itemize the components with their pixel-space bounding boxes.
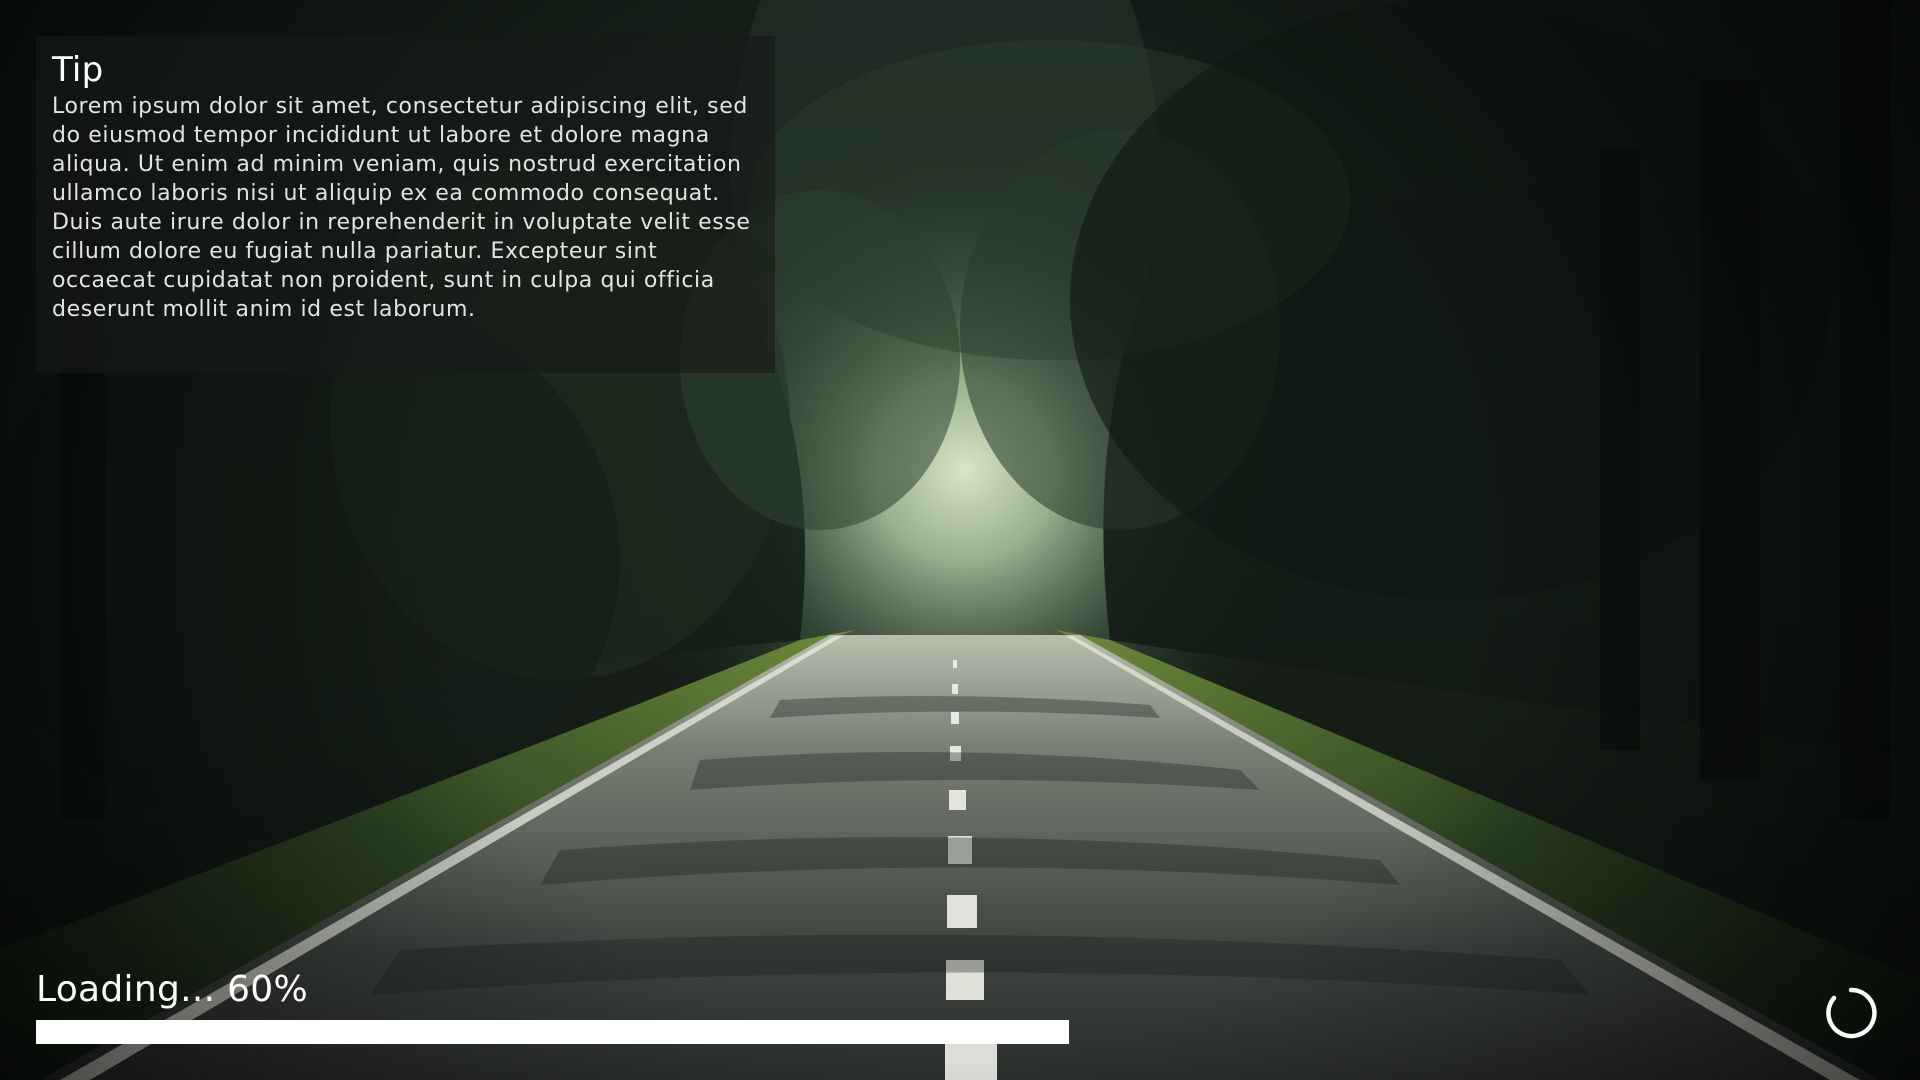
loading-progress-bar bbox=[36, 1020, 1758, 1044]
loading-progress-fill bbox=[36, 1020, 1069, 1044]
tip-body: Lorem ipsum dolor sit amet, consectetur … bbox=[52, 94, 751, 322]
tip-title: Tip bbox=[52, 50, 104, 90]
tip-panel: Tip Lorem ipsum dolor sit amet, consecte… bbox=[36, 36, 775, 373]
loading-spinner-icon bbox=[1822, 984, 1880, 1042]
loading-label: Loading... 60% bbox=[36, 969, 309, 1010]
